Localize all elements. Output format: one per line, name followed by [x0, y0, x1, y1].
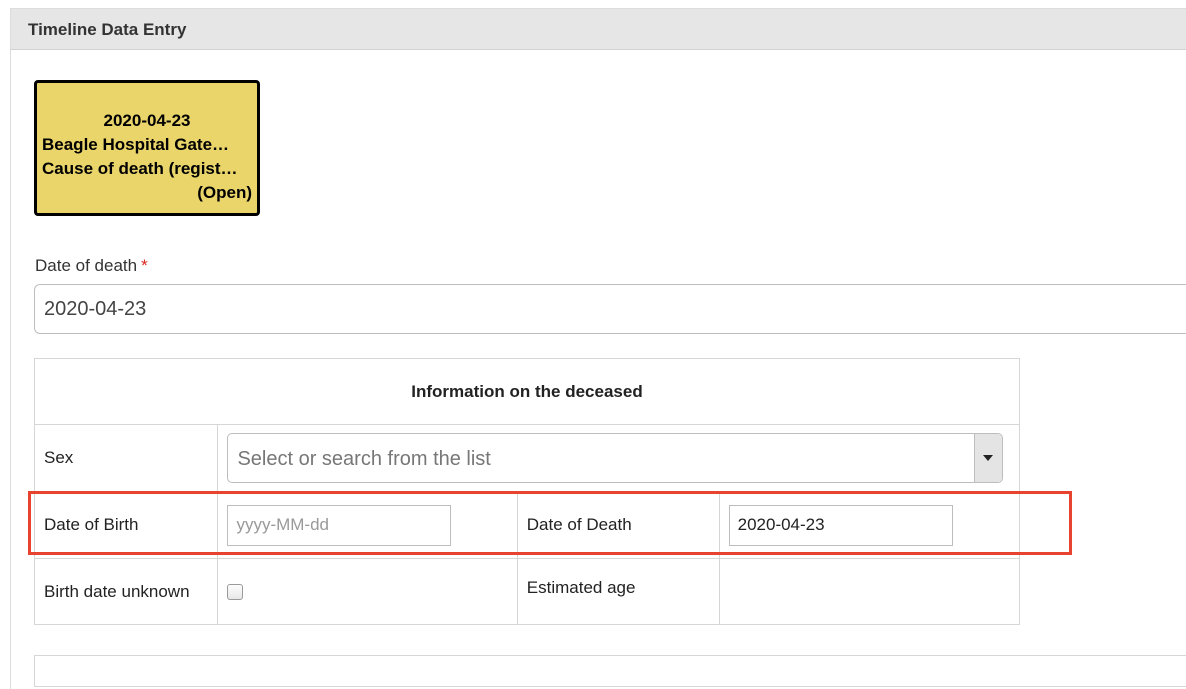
panel-title: Timeline Data Entry: [28, 20, 187, 39]
sex-select-toggle-button[interactable]: [974, 434, 1003, 482]
estimated-age-label: Estimated age: [526, 577, 636, 597]
date-of-death-table-label: Date of Death: [516, 491, 720, 559]
date-of-death-label: Date of death *: [35, 256, 148, 276]
next-section: [34, 655, 1186, 687]
estimated-age-value: [718, 558, 1021, 625]
event-date: 2020-04-23: [103, 111, 191, 130]
event-location: Beagle Hospital Gate…: [42, 135, 230, 154]
sex-select-cell: Select or search from the list: [217, 424, 1020, 492]
deceased-info-table: Information on the deceased Sex Select o…: [33, 358, 1021, 625]
date-of-death-label-text: Date of death: [35, 256, 138, 275]
sex-label: Sex: [33, 424, 219, 492]
estimated-age-label-cell: Estimated age: [516, 558, 720, 625]
sex-select-placeholder: Select or search from the list: [237, 448, 491, 470]
event-type: Cause of death (regist…: [42, 159, 238, 178]
date-of-birth-input[interactable]: [227, 504, 452, 546]
event-status: (Open): [197, 183, 252, 202]
panel-header: Timeline Data Entry: [11, 9, 1186, 50]
birth-date-unknown-checkbox[interactable]: [227, 584, 244, 601]
deceased-info-heading: Information on the deceased: [34, 358, 1020, 425]
date-of-death-table-input[interactable]: [728, 504, 953, 546]
sex-select[interactable]: Select or search from the list: [227, 433, 1004, 483]
chevron-down-icon: [983, 455, 994, 461]
required-marker: *: [141, 256, 148, 275]
table-row-dates: Date of Birth Date of Death: [33, 491, 1021, 559]
birth-date-unknown-label: Birth date unknown: [33, 558, 219, 625]
date-of-birth-cell: [217, 491, 518, 559]
date-of-birth-label: Date of Birth: [33, 491, 219, 559]
date-of-death-table-cell: [718, 491, 1021, 559]
event-card[interactable]: 2020-04-23 Beagle Hospital Gate… Cause o…: [34, 80, 260, 216]
birth-date-unknown-cell: [217, 558, 518, 625]
date-of-death-input[interactable]: [34, 284, 1186, 334]
table-row-birth-unknown: Birth date unknown Estimated age: [33, 558, 1021, 625]
table-row-sex: Sex Select or search from the list: [33, 424, 1020, 492]
